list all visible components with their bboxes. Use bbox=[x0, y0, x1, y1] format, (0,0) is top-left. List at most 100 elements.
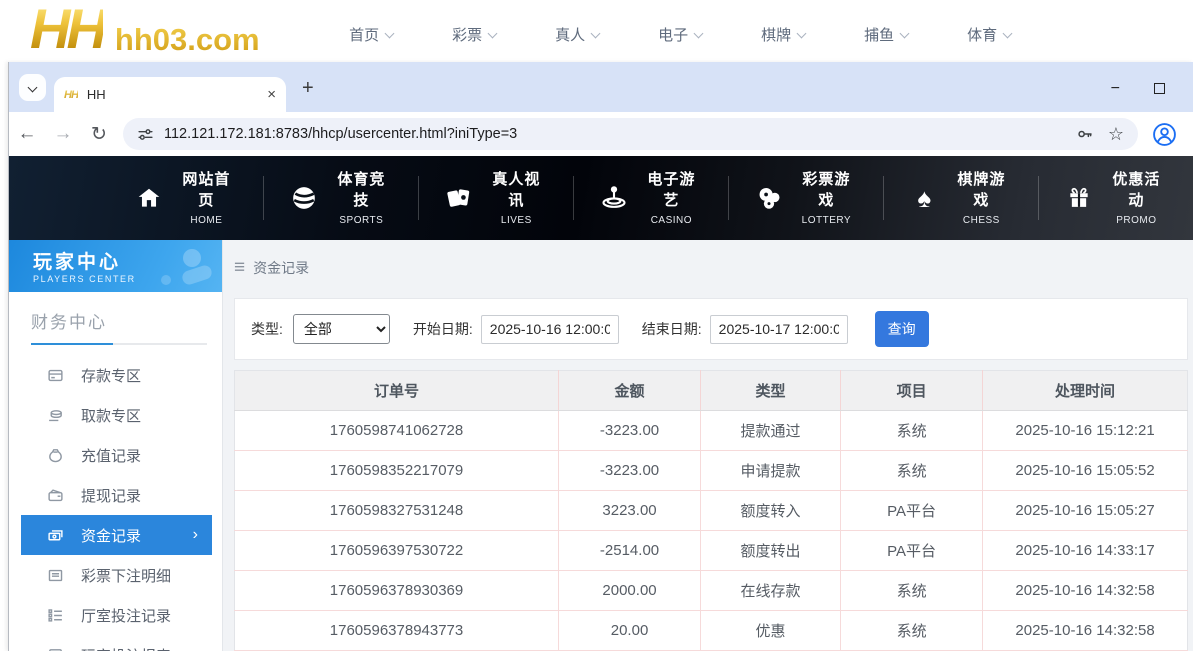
start-date-label: 开始日期: bbox=[413, 319, 473, 339]
sidebar-item-funds-record[interactable]: 资金记录 › bbox=[21, 515, 212, 555]
site-nav-chess[interactable]: 棋牌 bbox=[732, 24, 835, 45]
url-field[interactable]: 112.121.172.181:8783/hhcp/usercenter.htm… bbox=[123, 118, 1138, 150]
table-row: 17605983275312483223.00额度转入PA平台2025-10-1… bbox=[235, 491, 1188, 531]
chevron-down-icon bbox=[385, 28, 395, 38]
table-header-row: 订单号 金额 类型 项目 处理时间 bbox=[235, 371, 1188, 411]
bookmark-star-icon[interactable]: ☆ bbox=[1108, 124, 1124, 145]
players-center-header: 玩家中心 PLAYERS CENTER bbox=[9, 240, 222, 292]
col-project: 项目 bbox=[841, 371, 983, 411]
site-nav-home[interactable]: 首页 bbox=[320, 24, 423, 45]
sports-ball-icon bbox=[290, 183, 319, 213]
chevron-down-icon bbox=[797, 28, 807, 38]
table-row: 1760598741062728-3223.00提款通过系统2025-10-16… bbox=[235, 411, 1188, 451]
finance-center-section: 财务中心 bbox=[9, 292, 222, 345]
page-content: 玩家中心 PLAYERS CENTER 财务中心 存款专区 取款专区 bbox=[9, 240, 1193, 651]
tab-search-button[interactable] bbox=[19, 74, 46, 101]
gift-icon bbox=[1065, 183, 1094, 213]
main-panel: ≡ 资金记录 类型: 全部 开始日期: 结束日期: 查询 订单号 金额 bbox=[223, 240, 1193, 651]
profile-icon[interactable] bbox=[1152, 122, 1177, 147]
search-button[interactable]: 查询 bbox=[875, 311, 929, 347]
new-tab-button[interactable]: + bbox=[302, 77, 314, 100]
password-key-icon[interactable] bbox=[1076, 125, 1094, 143]
tab-close-icon[interactable]: × bbox=[267, 86, 276, 103]
maximize-button[interactable] bbox=[1154, 83, 1165, 94]
page-title: 资金记录 bbox=[253, 258, 309, 278]
site-nav-live[interactable]: 真人 bbox=[526, 24, 629, 45]
sidebar-item-player-bet-report[interactable]: 玩家投注报表 bbox=[21, 635, 212, 651]
table-row: 17605963789303692000.00在线存款系统2025-10-16 … bbox=[235, 571, 1188, 611]
browser-tab-bar: HH HH × + − bbox=[9, 62, 1193, 112]
site-header: HH hh03.com 首页 彩票 真人 电子 棋牌 捕鱼 体育 bbox=[0, 0, 1193, 62]
tab-title: HH bbox=[87, 87, 106, 102]
table-row: 1760598352217079-3223.00申请提款系统2025-10-16… bbox=[235, 451, 1188, 491]
site-nav-lottery[interactable]: 彩票 bbox=[423, 24, 526, 45]
site-logo[interactable]: HH hh03.com bbox=[30, 0, 260, 58]
sidebar: 玩家中心 PLAYERS CENTER 财务中心 存款专区 取款专区 bbox=[9, 240, 223, 651]
chevron-down-icon bbox=[488, 28, 498, 38]
chevron-down-icon bbox=[1003, 28, 1013, 38]
back-button[interactable]: ← bbox=[9, 123, 45, 145]
game-nav: 网站首页HOME 体育竞技SPORTS 真人视讯LIVES 电子游艺CASINO… bbox=[9, 156, 1193, 240]
chevron-down-icon bbox=[900, 28, 910, 38]
url-text: 112.121.172.181:8783/hhcp/usercenter.htm… bbox=[164, 126, 517, 142]
chevron-down-icon bbox=[694, 28, 704, 38]
col-type: 类型 bbox=[701, 371, 841, 411]
filter-bar: 类型: 全部 开始日期: 结束日期: 查询 bbox=[234, 298, 1188, 360]
game-nav-promo[interactable]: 优惠活动PROMO bbox=[1038, 176, 1193, 220]
type-select[interactable]: 全部 bbox=[293, 314, 390, 344]
roulette-icon bbox=[600, 183, 629, 213]
game-nav-lottery[interactable]: 彩票游戏LOTTERY bbox=[728, 176, 883, 220]
site-nav-fishing[interactable]: 捕鱼 bbox=[835, 24, 938, 45]
sidebar-item-deposit[interactable]: 存款专区 bbox=[21, 355, 212, 395]
breadcrumb: ≡ 资金记录 bbox=[234, 258, 1188, 278]
logo-domain-text: hh03.com bbox=[115, 22, 260, 58]
list-detail-icon bbox=[47, 567, 64, 584]
col-amount: 金额 bbox=[559, 371, 701, 411]
gamepad-decoration-icon bbox=[142, 244, 216, 292]
game-nav-sports[interactable]: 体育竞技SPORTS bbox=[263, 176, 418, 220]
section-divider bbox=[31, 343, 207, 345]
chevron-down-icon bbox=[28, 83, 38, 93]
lottery-balls-icon bbox=[755, 183, 784, 213]
menu-icon[interactable]: ≡ bbox=[234, 261, 245, 275]
col-order-no: 订单号 bbox=[235, 371, 559, 411]
favicon-icon: HH bbox=[64, 89, 78, 101]
browser-tab[interactable]: HH HH × bbox=[54, 77, 286, 112]
sidebar-item-hall-bet-record[interactable]: 厅室投注记录 bbox=[21, 595, 212, 635]
forward-button[interactable]: → bbox=[45, 123, 81, 145]
site-nav-sports[interactable]: 体育 bbox=[938, 24, 1041, 45]
sidebar-item-withdraw[interactable]: 取款专区 bbox=[21, 395, 212, 435]
sidebar-item-withdrawal-record[interactable]: 提现记录 bbox=[21, 475, 212, 515]
cards-icon bbox=[445, 183, 474, 213]
end-date-input[interactable] bbox=[710, 315, 848, 344]
game-nav-lives[interactable]: 真人视讯LIVES bbox=[418, 176, 573, 220]
deposit-card-icon bbox=[47, 367, 64, 384]
logo-hh-text: HH bbox=[30, 0, 103, 58]
end-date-label: 结束日期: bbox=[642, 319, 702, 339]
sidebar-item-recharge-record[interactable]: 充值记录 bbox=[21, 435, 212, 475]
hand-money-icon bbox=[47, 407, 64, 424]
minimize-button[interactable]: − bbox=[1111, 84, 1120, 94]
browser-window: HH HH × + − ← → ↻ 112.121.172.181:8783/h… bbox=[8, 62, 1193, 651]
game-nav-home[interactable]: 网站首页HOME bbox=[109, 176, 263, 220]
game-nav-chess[interactable]: ♠ 棋牌游戏CHESS bbox=[883, 176, 1038, 220]
browser-url-bar: ← → ↻ 112.121.172.181:8783/hhcp/usercent… bbox=[9, 112, 1193, 156]
sidebar-item-lottery-bet-detail[interactable]: 彩票下注明细 bbox=[21, 555, 212, 595]
game-nav-casino[interactable]: 电子游艺CASINO bbox=[573, 176, 728, 220]
site-nav-slots[interactable]: 电子 bbox=[629, 24, 732, 45]
start-date-input[interactable] bbox=[481, 315, 619, 344]
chevron-down-icon bbox=[591, 28, 601, 38]
col-time: 处理时间 bbox=[983, 371, 1188, 411]
checklist-icon bbox=[47, 607, 64, 624]
type-label: 类型: bbox=[251, 319, 283, 339]
window-controls: − bbox=[1111, 83, 1193, 112]
table-row: 176059637894377320.00优惠系统2025-10-16 14:3… bbox=[235, 611, 1188, 651]
spade-icon: ♠ bbox=[910, 183, 939, 213]
table-row: 1760596397530722-2514.00额度转出PA平台2025-10-… bbox=[235, 531, 1188, 571]
site-nav: 首页 彩票 真人 电子 棋牌 捕鱼 体育 bbox=[320, 24, 1041, 45]
sidebar-menu: 存款专区 取款专区 充值记录 提现记录 资金记录 › bbox=[9, 355, 222, 651]
money-bag-icon bbox=[47, 447, 64, 464]
reload-button[interactable]: ↻ bbox=[81, 123, 117, 146]
funds-record-table: 订单号 金额 类型 项目 处理时间 1760598741062728-3223.… bbox=[234, 370, 1188, 651]
site-info-icon[interactable] bbox=[137, 126, 154, 143]
